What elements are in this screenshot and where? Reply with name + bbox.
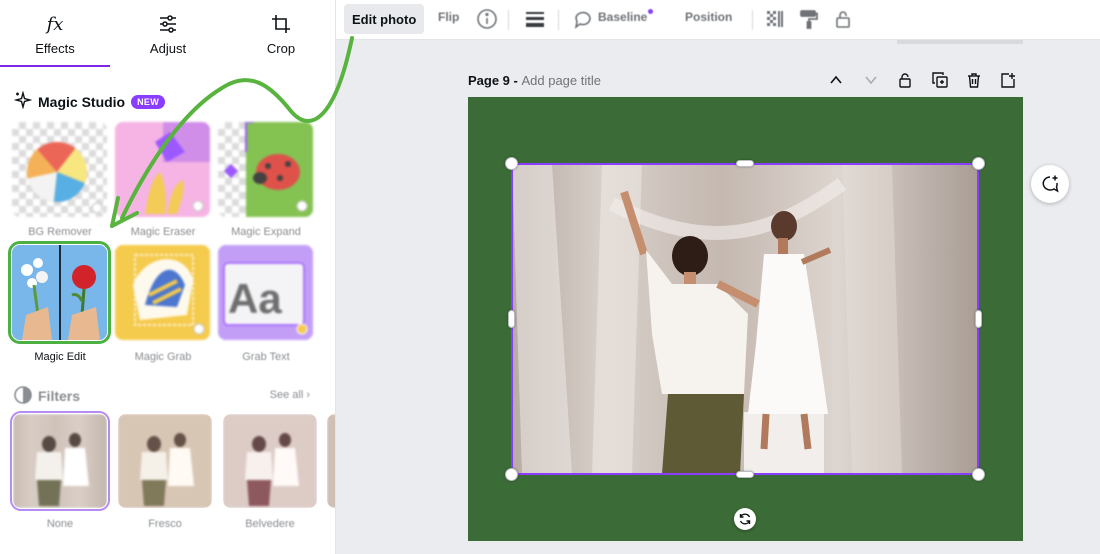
side-panel: fx Effects Adjust Crop Magic Studio NEW … xyxy=(0,0,336,554)
baseline-label: Baseline xyxy=(598,10,648,24)
filter-fresco-label: Fresco xyxy=(148,518,182,530)
duplicate-page-icon[interactable] xyxy=(930,70,950,90)
filter-belvedere-preview xyxy=(223,414,317,508)
flip-button[interactable]: Flip xyxy=(438,10,459,24)
move-page-down-icon[interactable] xyxy=(861,70,881,90)
panel-tabs: fx Effects Adjust Crop xyxy=(0,0,335,68)
add-page-title-input[interactable]: Add page title xyxy=(521,73,601,88)
delete-page-icon[interactable] xyxy=(964,70,984,90)
position-button[interactable]: Position xyxy=(685,10,732,24)
tool-bg-remover-label: BG Remover xyxy=(28,226,92,238)
resize-handle-bottom-right[interactable] xyxy=(972,468,985,481)
page-header: Page 9 - Add page title xyxy=(468,70,1024,92)
fx-icon: fx xyxy=(46,13,64,35)
sparkle-icon xyxy=(13,89,33,114)
ladybug-image xyxy=(223,122,313,217)
grab-object-image xyxy=(115,245,210,340)
filters-header: Filters See all › xyxy=(14,386,314,406)
border-style-icon[interactable] xyxy=(524,8,546,30)
flowers-image xyxy=(12,245,107,340)
resize-handle-top-right[interactable] xyxy=(972,157,985,170)
tab-adjust[interactable]: Adjust xyxy=(113,0,223,68)
tool-bg-remover[interactable] xyxy=(12,122,107,217)
tool-magic-expand[interactable] xyxy=(218,122,313,217)
resize-handle-top-left[interactable] xyxy=(505,157,518,170)
active-tab-indicator xyxy=(0,65,110,67)
tool-magic-edit[interactable] xyxy=(8,241,111,344)
lock-icon[interactable] xyxy=(832,8,854,30)
rotate-handle[interactable] xyxy=(734,508,756,530)
filter-next-preview xyxy=(327,414,335,508)
see-all-link[interactable]: See all › xyxy=(270,389,310,401)
tool-magic-grab-label: Magic Grab xyxy=(134,351,192,363)
filter-none-preview xyxy=(13,414,107,508)
add-page-icon[interactable] xyxy=(998,70,1018,90)
tab-effects[interactable]: fx Effects xyxy=(0,0,110,68)
add-comment-button[interactable] xyxy=(1031,165,1069,203)
tool-grab-text-label: Grab Text xyxy=(242,351,290,363)
page-label: Page 9 - Add page title xyxy=(468,73,601,88)
previous-page-edge xyxy=(897,40,1023,44)
lock-page-icon[interactable] xyxy=(895,70,915,90)
magic-studio-title: Magic Studio xyxy=(38,94,126,110)
filters-title: Filters xyxy=(38,388,81,404)
transparency-icon[interactable] xyxy=(764,8,786,30)
filter-fresco[interactable] xyxy=(118,414,212,508)
move-page-up-icon[interactable] xyxy=(826,70,846,90)
toolbar-divider xyxy=(508,10,509,30)
baseline-button[interactable]: Baseline xyxy=(598,9,654,24)
eraser-image xyxy=(115,122,210,217)
resize-handle-top[interactable] xyxy=(736,160,754,167)
tool-magic-eraser[interactable] xyxy=(115,122,210,217)
tab-adjust-label: Adjust xyxy=(149,41,187,56)
rotate-icon xyxy=(739,513,751,525)
filter-next[interactable] xyxy=(327,414,335,508)
tool-magic-grab[interactable] xyxy=(115,245,210,340)
crop-icon xyxy=(226,12,335,36)
resize-handle-left[interactable] xyxy=(508,310,515,328)
filter-none[interactable] xyxy=(10,411,110,511)
tool-grab-text[interactable]: Aa xyxy=(218,245,313,340)
studio-portrait-photo xyxy=(512,164,978,474)
edit-photo-button[interactable]: Edit photo xyxy=(344,4,425,34)
resize-handle-right[interactable] xyxy=(975,310,982,328)
filter-none-label: None xyxy=(46,518,74,530)
chat-bubble-icon xyxy=(572,8,594,30)
filters-icon xyxy=(14,386,32,409)
tool-magic-expand-label: Magic Expand xyxy=(231,226,301,238)
toolbar-divider xyxy=(752,10,753,30)
new-dot xyxy=(648,9,654,14)
tool-magic-edit-label: Magic Edit xyxy=(34,351,86,363)
svg-text:Aa: Aa xyxy=(228,275,282,322)
sliders-icon xyxy=(113,12,223,36)
resize-handle-bottom[interactable] xyxy=(736,471,754,478)
see-all-label: See all xyxy=(269,389,304,401)
filter-fresco-preview xyxy=(118,414,212,508)
paint-roller-icon[interactable] xyxy=(798,8,820,30)
magic-studio-header: Magic Studio NEW xyxy=(13,89,166,114)
grab-text-image: Aa xyxy=(218,245,313,340)
beach-ball-image xyxy=(27,142,103,214)
toolbar-divider xyxy=(558,10,559,30)
info-icon[interactable] xyxy=(476,8,498,30)
tab-effects-label: Effects xyxy=(35,41,75,56)
page-number: Page 9 - xyxy=(468,73,522,88)
filter-belvedere-label: Belvedere xyxy=(245,518,295,530)
editor-toolbar: Edit photo Flip Baseline Position xyxy=(336,0,1100,40)
filter-belvedere[interactable] xyxy=(223,414,317,508)
comment-plus-icon xyxy=(1042,175,1059,193)
tool-magic-eraser-label: Magic Eraser xyxy=(130,226,196,238)
new-badge: NEW xyxy=(131,95,166,109)
selected-photo[interactable] xyxy=(512,164,978,474)
tab-crop[interactable]: Crop xyxy=(226,0,335,68)
resize-handle-bottom-left[interactable] xyxy=(505,468,518,481)
tab-crop-label: Crop xyxy=(266,41,296,56)
